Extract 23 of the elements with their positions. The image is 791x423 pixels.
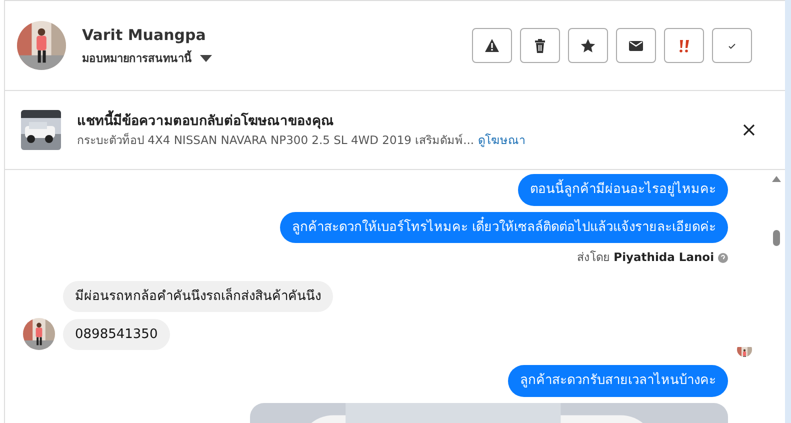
sender-note: ส่งโดย Piyathida Lanoi <box>577 249 714 266</box>
star-button[interactable] <box>568 28 608 63</box>
ad-description: กระบะตัวท็อป 4X4 NISSAN NAVARA NP300 2.5 SL 4WD 2019 เสริมดัมพ์... <box>77 132 474 148</box>
warning-icon <box>484 38 500 54</box>
urgent-button[interactable] <box>664 28 704 63</box>
contact-name: Varit Muangpa <box>82 25 207 46</box>
message-bubble: ลูกค้าสะดวกรับสายเวลาไหนบ้างคะ <box>508 365 728 397</box>
caret-icon[interactable] <box>200 55 212 62</box>
message-bubble: 0898541350 <box>63 318 170 350</box>
scrollbar-thumb[interactable] <box>773 230 780 246</box>
envelope-button[interactable] <box>616 28 656 63</box>
view-ad-link[interactable]: ดูโฆษณา <box>478 132 526 149</box>
message-bubble: ลูกค้าสะดวกให้เบอร์โทรไหมคะ เดี๋ยวให้เซลล์ติดต่อไปแล้วแจ้งรายละเอียดค่ะ <box>280 212 728 243</box>
close-icon[interactable] <box>743 124 756 136</box>
message-bubble: มีผ่อนรถหกล้อคำคันนึงรถเล็กส่งสินค้าคันนึง <box>63 280 333 312</box>
trash-button[interactable] <box>520 28 560 63</box>
ad-notice-title: แชทนี้มีข้อความตอบกลับต่อโฆษณาของคุณ <box>77 111 526 132</box>
help-icon[interactable] <box>718 252 728 263</box>
scroll-up-icon[interactable] <box>772 176 782 182</box>
star-icon <box>580 38 596 54</box>
warning-button[interactable] <box>472 28 512 63</box>
assign-dropdown[interactable]: มอบหมายการสนทนานี้ <box>82 50 192 67</box>
message-bubble: ตอนนี้ลูกค้ามีผ่อนอะไรอยู่ไหมคะ <box>518 174 728 206</box>
